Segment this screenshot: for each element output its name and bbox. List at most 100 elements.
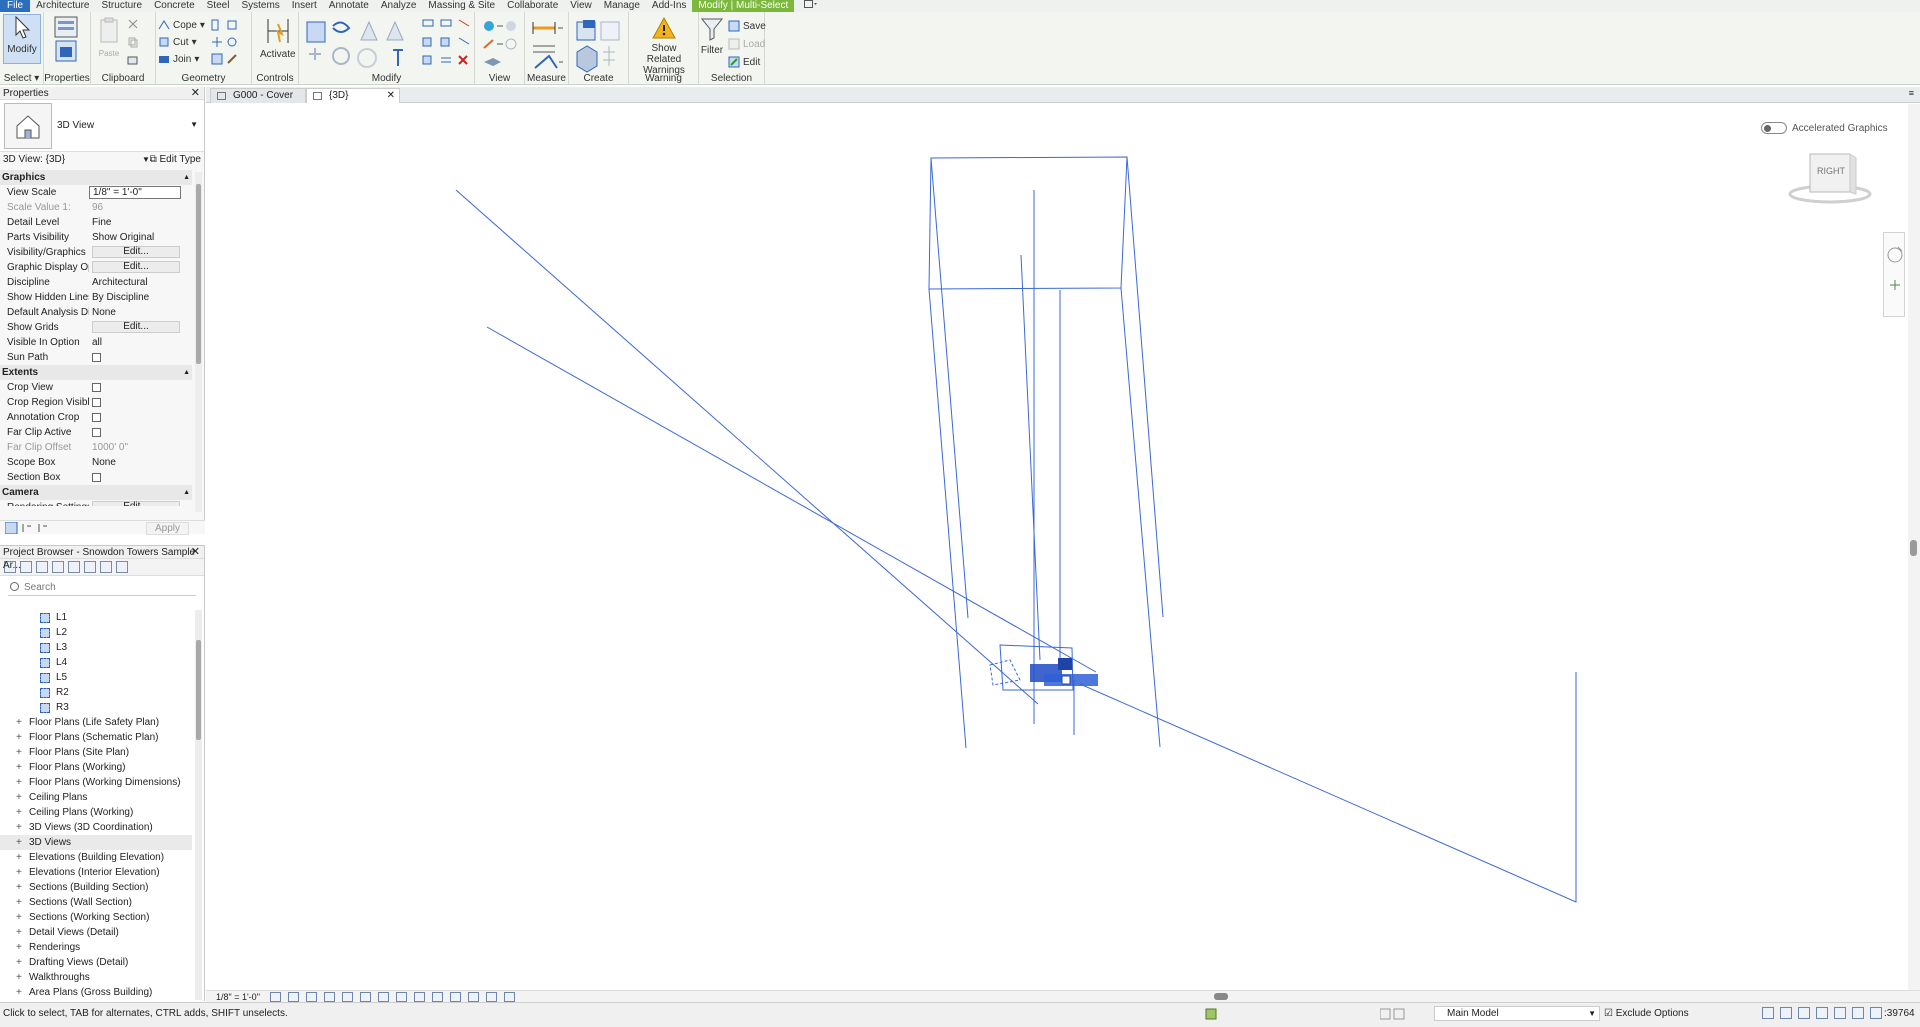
expand-icon[interactable]: +	[16, 940, 22, 955]
checkbox[interactable]	[92, 473, 101, 482]
tab-view[interactable]: View	[564, 0, 598, 12]
expand-icon[interactable]: +	[16, 775, 22, 790]
crop-view-icon[interactable]	[360, 992, 371, 1002]
tree-category-item[interactable]: + Elevations (Building Elevation)	[0, 850, 192, 865]
property-value[interactable]: Edit...	[89, 500, 181, 506]
tree-level-item[interactable]: L2	[0, 625, 192, 640]
expand-icon[interactable]: +	[16, 970, 22, 985]
show-related-warnings-button[interactable]: Show Related Warnings	[633, 16, 695, 76]
edit-button[interactable]: Edit...	[92, 261, 180, 273]
expand-icon[interactable]: +	[16, 850, 22, 865]
tree-level-item[interactable]: L4	[0, 655, 192, 670]
collapse-icon[interactable]: ▲	[183, 365, 190, 380]
tab-collaborate[interactable]: Collaborate	[501, 0, 564, 12]
camera-dropdown-icon[interactable]	[794, 0, 828, 12]
property-value[interactable]	[89, 350, 181, 365]
lock-view-icon[interactable]	[396, 992, 407, 1002]
accelerated-graphics-toggle[interactable]: Accelerated Graphics	[1761, 122, 1888, 134]
canvas-vertical-scrollbar[interactable]	[1908, 104, 1920, 990]
worksharing-icon[interactable]	[468, 992, 479, 1002]
expand-icon[interactable]: +	[16, 790, 22, 805]
tab-modify-multi-select[interactable]: Modify | Multi-Select	[692, 0, 795, 12]
select-underlay-icon[interactable]	[1780, 1007, 1792, 1019]
cut-clip-icon[interactable]	[127, 18, 139, 30]
property-group-extents[interactable]: Extents ▲	[0, 365, 192, 380]
tab-g000-cover[interactable]: G000 - Cover	[210, 88, 306, 103]
detail-level-icon[interactable]	[270, 992, 281, 1002]
visual-style-icon[interactable]	[288, 992, 299, 1002]
property-value[interactable]: Edit...	[89, 260, 181, 275]
property-value[interactable]: None	[89, 305, 181, 320]
tab-systems[interactable]: Systems	[235, 0, 285, 12]
properties-scrollbar[interactable]	[195, 172, 202, 512]
sun-path-icon[interactable]	[306, 992, 317, 1002]
tree-category-item[interactable]: + Walkthroughs	[0, 970, 192, 985]
temporary-hide-icon[interactable]	[414, 992, 425, 1002]
property-value[interactable]: Edit...	[89, 245, 181, 260]
filter-button[interactable]: Filter	[699, 16, 725, 56]
active-model-select[interactable]: Main Model ▼	[1434, 1006, 1600, 1021]
tab-structure[interactable]: Structure	[95, 0, 148, 12]
panel-select-label[interactable]: Select ▾	[0, 73, 43, 84]
tree-category-item[interactable]: + Elevations (Interior Elevation)	[0, 865, 192, 880]
property-value[interactable]	[89, 380, 181, 395]
schedule-icon[interactable]	[36, 561, 48, 573]
tree-category-item[interactable]: + Ceiling Plans (Working)	[0, 805, 192, 820]
tree-category-item[interactable]: +3D Views (3D Coordination)	[0, 820, 192, 835]
close-tab-icon[interactable]: ✕	[387, 89, 395, 103]
property-value[interactable]: all	[89, 335, 181, 350]
property-value[interactable]: 1/8" = 1'-0"	[89, 186, 181, 199]
navigation-bar[interactable]	[1883, 232, 1905, 317]
property-value[interactable]	[89, 425, 181, 440]
expand-icon[interactable]: +	[16, 925, 22, 940]
tree-category-item[interactable]: + Drafting Views (Detail)	[0, 955, 192, 970]
filter-browser-icon[interactable]	[68, 561, 80, 573]
expand-icon[interactable]: +	[16, 895, 22, 910]
close-browser-icon[interactable]: ✕	[191, 546, 200, 559]
select-links-icon[interactable]	[1762, 1007, 1774, 1019]
tree-level-item[interactable]: R2	[0, 685, 192, 700]
analytical-icon[interactable]	[486, 992, 497, 1002]
property-group-camera[interactable]: Camera ▲	[0, 485, 192, 500]
edit-type-button[interactable]: ⧉ Edit Type	[150, 152, 201, 168]
property-value[interactable]	[89, 395, 181, 410]
background-process-icon[interactable]	[1852, 1007, 1864, 1019]
property-value[interactable]: Architectural	[89, 275, 181, 290]
tab-analyze[interactable]: Analyze	[375, 0, 423, 12]
property-group-graphics[interactable]: Graphics ▲	[0, 170, 192, 185]
render-icon[interactable]	[342, 992, 353, 1002]
tree-category-item[interactable]: + Floor Plans (Site Plan)	[0, 745, 192, 760]
expand-icon[interactable]: +	[16, 865, 22, 880]
tree-category-item[interactable]: + Floor Plans (Working Dimensions)	[0, 775, 192, 790]
paste-button[interactable]: Paste	[96, 16, 122, 58]
activate-button[interactable]: Activate	[260, 16, 296, 60]
collapse-icon[interactable]: ▲	[183, 170, 190, 185]
table-icon[interactable]	[52, 561, 64, 573]
tab-file[interactable]: File	[0, 0, 31, 12]
property-value[interactable]: Edit...	[89, 320, 181, 335]
expand-icon[interactable]: +	[16, 745, 22, 760]
copy-clip-icon[interactable]	[127, 36, 139, 48]
worksets-icon[interactable]	[1205, 1008, 1217, 1020]
tab-annotate[interactable]: Annotate	[323, 0, 375, 12]
show-crop-icon[interactable]	[378, 992, 389, 1002]
filter-status-icon[interactable]	[1870, 1007, 1882, 1019]
edit-button[interactable]: Edit...	[92, 321, 180, 333]
properties-button[interactable]	[53, 15, 79, 66]
tree-level-item[interactable]: L5	[0, 670, 192, 685]
tree-category-item[interactable]: + Renderings	[0, 940, 192, 955]
collapse-icon[interactable]: ▲	[183, 485, 190, 500]
tree-category-item[interactable]: + Sections (Building Section)	[0, 880, 192, 895]
edit-button[interactable]: Edit...	[92, 501, 180, 506]
property-value[interactable]: By Discipline	[89, 290, 181, 305]
checkbox[interactable]	[92, 413, 101, 422]
edit-button[interactable]: Edit...	[92, 246, 180, 258]
highlight-icon[interactable]	[504, 992, 515, 1002]
tab-manage[interactable]: Manage	[598, 0, 646, 12]
load-selection-button[interactable]: Load	[728, 38, 765, 50]
browser-search-input[interactable]: Search	[8, 580, 196, 596]
geometry-tool-2-icon[interactable]	[211, 36, 238, 48]
browser-scrollbar[interactable]	[195, 610, 202, 1000]
tree-category-item[interactable]: + Area Plans (Gross Building)	[0, 985, 192, 1000]
tab-insert[interactable]: Insert	[286, 0, 323, 12]
